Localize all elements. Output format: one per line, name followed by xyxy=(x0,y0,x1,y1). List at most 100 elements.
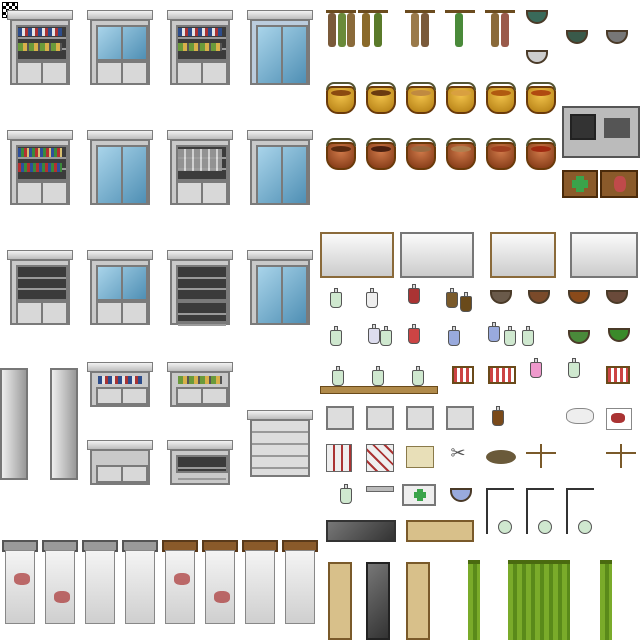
stove xyxy=(562,106,640,158)
bloody-cloth xyxy=(606,408,632,430)
bed-icon xyxy=(42,540,78,630)
pot-icon xyxy=(366,82,396,114)
bottle-icon xyxy=(446,288,458,308)
iv-stand-icon xyxy=(526,488,556,534)
bottle-icon xyxy=(412,366,424,386)
bowl-icon xyxy=(526,50,548,64)
cabinet-glass-3 xyxy=(247,130,313,212)
bottle-icon xyxy=(488,322,500,342)
small-counter xyxy=(326,406,354,430)
bed-horizontal-metal-2 xyxy=(570,232,638,278)
stone-icon xyxy=(566,408,594,424)
iv-stand-icon xyxy=(566,488,596,534)
herb-bundle-icon xyxy=(358,8,388,58)
small-counter xyxy=(446,406,474,430)
counter-drawers xyxy=(87,440,153,490)
bandage-bundle xyxy=(366,444,394,472)
small-counter xyxy=(366,406,394,430)
bed-icon xyxy=(282,540,318,630)
bowl-icon xyxy=(528,290,550,304)
cabinet-glass-2 xyxy=(87,130,153,212)
iv-stand-icon xyxy=(486,488,516,534)
pot-icon xyxy=(326,138,356,170)
partition-left xyxy=(0,368,28,480)
herb-bundle-icon xyxy=(485,8,515,58)
wooden-table xyxy=(406,520,474,542)
bed-horizontal xyxy=(320,232,394,278)
herb-bundle-icon xyxy=(326,8,356,58)
pot-icon xyxy=(406,82,436,114)
pot-icon xyxy=(526,138,556,170)
cabinet-books xyxy=(7,130,73,212)
bandage-rolls xyxy=(326,444,352,472)
tileset-sheet: ✂ xyxy=(0,0,640,640)
bed-icon xyxy=(82,540,118,630)
small-counter xyxy=(406,406,434,430)
first-aid-kit xyxy=(402,484,436,506)
tools-tray xyxy=(366,486,394,492)
pot-icon xyxy=(446,82,476,114)
counter-items xyxy=(87,362,153,412)
herb-bundle-icon xyxy=(405,8,435,58)
scale-icon xyxy=(606,444,636,470)
scale-icon xyxy=(526,444,556,470)
cabinet-jars xyxy=(167,10,233,92)
curtain-icon xyxy=(600,560,612,640)
test-tube-rack xyxy=(606,366,630,384)
bed-horizontal-metal xyxy=(400,232,474,278)
bottle-icon xyxy=(330,288,342,308)
curtain-icon xyxy=(508,560,570,640)
bottle-icon xyxy=(340,484,352,504)
test-tube-rack xyxy=(452,366,474,384)
bed-icon xyxy=(242,540,278,630)
cabinet-empty xyxy=(7,250,73,332)
bottle-icon xyxy=(504,326,516,346)
bowl-icon xyxy=(606,290,628,304)
cabinet-pots xyxy=(167,130,233,212)
bowl-icon xyxy=(568,290,590,304)
bottle-icon xyxy=(492,406,504,426)
cabinet-glass xyxy=(87,10,153,92)
bottle-icon xyxy=(522,326,534,346)
cabinet-glass-4 xyxy=(87,250,153,332)
scissors-icon: ✂ xyxy=(450,443,466,464)
bed-icon xyxy=(2,540,38,630)
bottle-icon xyxy=(460,292,472,312)
pot-icon xyxy=(326,82,356,114)
bowl-icon xyxy=(608,328,630,342)
partition-right xyxy=(50,368,78,480)
stone-table xyxy=(326,520,396,542)
bottle-icon xyxy=(366,288,378,308)
wooden-plank xyxy=(406,562,430,640)
herb-bundle-icon xyxy=(445,8,475,58)
bottle-icon xyxy=(408,324,420,344)
bottle-icon xyxy=(408,284,420,304)
counter-open xyxy=(167,440,233,490)
bed-horizontal-2 xyxy=(490,232,556,278)
drawer-chest xyxy=(247,410,313,480)
wooden-stool-tall xyxy=(328,562,352,640)
pot-icon xyxy=(486,82,516,114)
pot-icon xyxy=(446,138,476,170)
bowl-icon xyxy=(526,10,548,24)
bowl-icon xyxy=(490,290,512,304)
bed-icon xyxy=(162,540,198,630)
bowl-icon xyxy=(566,30,588,44)
bottle-icon xyxy=(380,326,392,346)
bottle-icon xyxy=(332,366,344,386)
bottle-icon xyxy=(368,324,380,344)
bowl-icon xyxy=(568,330,590,344)
pot-icon xyxy=(406,138,436,170)
pot-icon xyxy=(366,138,396,170)
cabinet-empty-2 xyxy=(167,250,233,332)
bottle-icon xyxy=(568,358,580,378)
wooden-shelf xyxy=(320,386,438,394)
bottle-icon xyxy=(372,366,384,386)
cabinet-glass-full xyxy=(247,10,313,92)
bottle-icon xyxy=(330,326,342,346)
pot-icon xyxy=(526,82,556,114)
parcel xyxy=(406,446,434,468)
bowl-icon xyxy=(606,30,628,44)
test-tube-rack xyxy=(488,366,516,384)
bottle-icon xyxy=(448,326,460,346)
